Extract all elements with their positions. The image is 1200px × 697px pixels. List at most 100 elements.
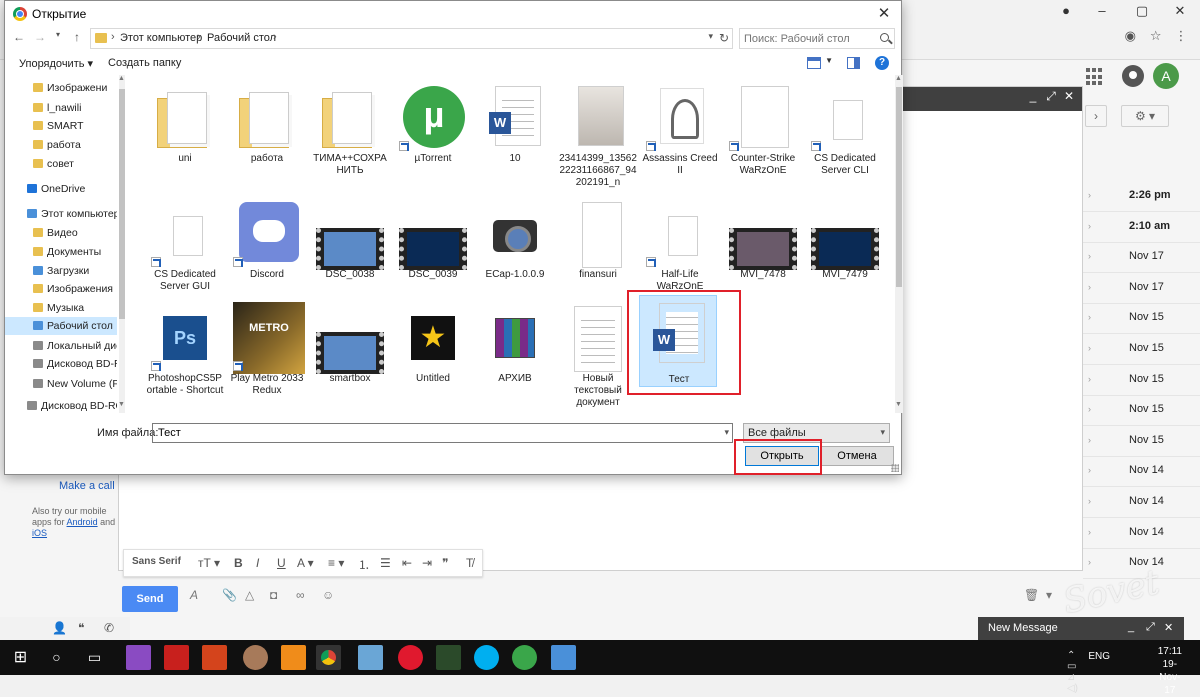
cancel-button[interactable]: Отмена — [820, 446, 894, 466]
file-item[interactable]: ТИМА++СОХРАНИТЬ — [311, 79, 389, 179]
app-icon[interactable] — [243, 645, 268, 670]
breadcrumb-this-pc[interactable]: Этот компьютер — [120, 32, 202, 44]
app-icon[interactable] — [358, 645, 383, 670]
attach-icon[interactable]: 📎 — [222, 588, 237, 602]
change-view-icon[interactable] — [807, 57, 821, 69]
maximize-button[interactable]: ▢ — [1124, 0, 1160, 22]
file-item[interactable]: uni — [146, 79, 224, 179]
minimize-message-icon[interactable]: _ — [1128, 621, 1134, 633]
file-item[interactable]: Ps PhotoshopCS5Portable - Shortcut — [146, 299, 224, 399]
file-item[interactable]: ECap-1.0.0.9 — [476, 195, 554, 295]
nav-item[interactable]: l_nawili — [5, 99, 117, 117]
file-item[interactable]: CS Dedicated Server GUI — [146, 195, 224, 295]
back-arrow-icon[interactable]: ← — [11, 30, 27, 44]
nav-item[interactable]: работа — [5, 136, 117, 154]
nav-item[interactable]: SMART — [5, 117, 117, 135]
email-row[interactable]: › Nov 15 — [1083, 335, 1200, 365]
filename-combobox[interactable]: ▾ — [152, 423, 733, 443]
phone-icon[interactable]: ✆ — [104, 621, 114, 635]
file-item[interactable]: Новый текстовый документ — [559, 299, 637, 408]
importance-marker-icon[interactable]: › — [1088, 251, 1091, 261]
clock[interactable]: 17:11 19-Nov-17 — [1158, 645, 1182, 697]
nav-item[interactable]: Локальный диск — [5, 337, 117, 355]
refresh-icon[interactable]: ↻ — [719, 31, 729, 45]
importance-marker-icon[interactable]: › — [1088, 527, 1091, 537]
breadcrumb-chevron-icon[interactable]: › — [273, 31, 277, 43]
scroll-down-icon[interactable]: ▼ — [895, 401, 902, 408]
importance-marker-icon[interactable]: › — [1088, 404, 1091, 414]
minimize-compose-icon[interactable]: _ — [1025, 89, 1041, 103]
text-color-icon[interactable]: A ▾ — [297, 556, 314, 570]
settings-gear-button[interactable]: ⚙ ▾ — [1121, 105, 1169, 127]
scroll-thumb[interactable] — [119, 89, 125, 319]
email-row[interactable]: › Nov 15 — [1083, 396, 1200, 427]
italic-icon[interactable]: I — [256, 556, 259, 570]
file-item[interactable]: Assassins Creed II — [641, 79, 719, 179]
app-icon[interactable] — [126, 645, 151, 670]
importance-marker-icon[interactable]: › — [1088, 557, 1091, 567]
nav-item[interactable]: Музыка — [5, 299, 117, 317]
person-icon[interactable]: 👤 — [52, 621, 67, 635]
utorrent-taskbar-icon[interactable] — [512, 645, 537, 670]
file-item[interactable]: ★ Untitled — [394, 299, 472, 399]
file-item[interactable]: smartbox — [311, 299, 389, 399]
importance-marker-icon[interactable]: › — [1088, 374, 1091, 384]
nav-item[interactable]: Дисковод BD-RO — [5, 397, 117, 413]
windows-start-icon[interactable]: ⊞ — [8, 645, 33, 670]
preview-pane-icon[interactable] — [847, 57, 860, 69]
skype-icon[interactable] — [474, 645, 499, 670]
importance-marker-icon[interactable]: › — [1088, 312, 1091, 322]
numbered-list-icon[interactable]: ⒈ — [358, 556, 370, 573]
more-options-icon[interactable]: ▾ — [1046, 588, 1052, 602]
scroll-up-icon[interactable]: ▲ — [118, 75, 125, 82]
account-icon[interactable]: ● — [1048, 0, 1084, 22]
eye-icon[interactable]: ◉ — [1119, 28, 1141, 44]
file-item[interactable]: MVI_7479 — [806, 195, 884, 295]
file-item[interactable]: Half-Life WaRzOnE — [641, 195, 719, 295]
language-indicator[interactable]: ENG — [1088, 651, 1110, 662]
importance-marker-icon[interactable]: › — [1088, 343, 1091, 353]
file-item[interactable]: METRO Play Metro 2033 Redux — [228, 299, 306, 399]
organize-button[interactable]: Упорядочить ▾ — [19, 57, 93, 70]
view-dropdown-icon[interactable]: ▼ — [825, 56, 833, 65]
importance-marker-icon[interactable]: › — [1088, 190, 1091, 200]
scroll-down-icon[interactable]: ▼ — [118, 401, 125, 408]
up-arrow-icon[interactable]: ↑ — [69, 30, 85, 44]
nav-item[interactable]: Дисковод BD-RO — [5, 355, 117, 373]
email-row[interactable]: › Nov 15 — [1083, 366, 1200, 396]
new-folder-button[interactable]: Создать папку — [108, 57, 181, 69]
importance-marker-icon[interactable]: › — [1088, 282, 1091, 292]
email-row[interactable]: › Nov 15 — [1083, 304, 1200, 335]
bulleted-list-icon[interactable]: ☰ — [380, 556, 391, 570]
apps-grid-icon[interactable] — [1086, 68, 1104, 86]
breadcrumb-desktop[interactable]: Рабочий стол — [207, 32, 276, 44]
nav-item[interactable]: OneDrive — [5, 180, 117, 198]
importance-marker-icon[interactable]: › — [1088, 465, 1091, 475]
acrobat-icon[interactable] — [164, 645, 189, 670]
files-scrollbar[interactable]: ▲ ▼ — [895, 75, 903, 413]
scroll-up-icon[interactable]: ▲ — [895, 75, 902, 82]
filename-input[interactable] — [156, 426, 706, 440]
photo-icon[interactable]: ◘ — [270, 588, 277, 602]
importance-marker-icon[interactable]: › — [1088, 435, 1091, 445]
file-item[interactable]: DSC_0038 — [311, 195, 389, 295]
notifications-icon[interactable] — [1122, 65, 1144, 87]
avatar[interactable]: A — [1153, 63, 1179, 89]
close-message-icon[interactable]: ✕ — [1164, 621, 1173, 634]
filename-dropdown-icon[interactable]: ▾ — [724, 427, 729, 438]
file-item[interactable]: Discord — [228, 195, 306, 295]
dialog-close-button[interactable]: ✕ — [867, 1, 901, 27]
font-family-select[interactable]: Sans Serif — [132, 556, 181, 567]
app-icon[interactable] — [281, 645, 306, 670]
breadcrumb-chevron-icon[interactable]: › — [111, 31, 115, 43]
bold-icon[interactable]: B — [234, 556, 243, 570]
email-row[interactable]: › Nov 17 — [1083, 243, 1200, 274]
file-item[interactable]: finansuri — [559, 195, 637, 295]
file-item[interactable]: MVI_7478 — [724, 195, 802, 295]
importance-marker-icon[interactable]: › — [1088, 496, 1091, 506]
search-box[interactable] — [739, 28, 895, 49]
file-item[interactable]: µ µTorrent — [394, 79, 472, 179]
file-item[interactable]: работа — [228, 79, 306, 179]
nav-item[interactable]: Изображени — [5, 79, 117, 97]
close-browser-button[interactable]: ✕ — [1162, 0, 1198, 22]
